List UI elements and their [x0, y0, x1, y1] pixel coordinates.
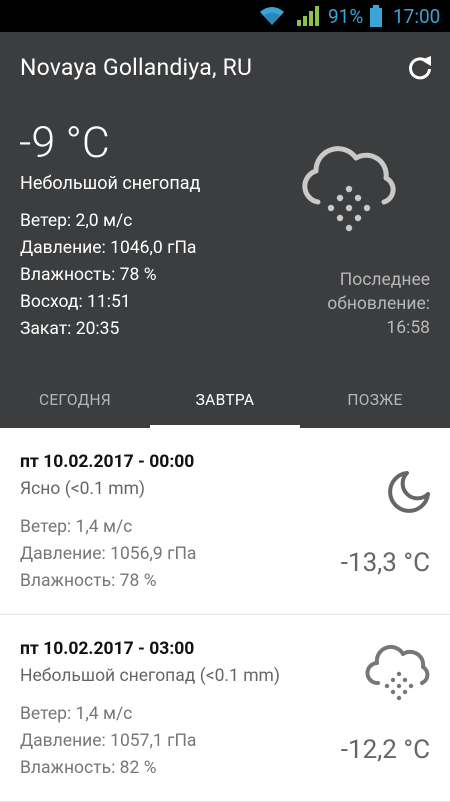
- forecast-wind: Ветер: 1,4 м/с: [20, 704, 133, 724]
- humidity-text: Влажность: 78 %: [20, 265, 157, 285]
- city-name: Novaya Gollandiya, RU: [20, 54, 253, 81]
- battery-percent: 91%: [328, 5, 364, 28]
- forecast-humidity: Влажность: 78 %: [20, 571, 157, 591]
- last-update-label: Последнее обновление:: [327, 270, 430, 314]
- forecast-details: Ветер: 1,4 м/с Давление: 1056,9 гПа Влаж…: [20, 514, 196, 595]
- battery-icon: [370, 5, 382, 27]
- forecast-temperature: -13,3 °C: [340, 548, 430, 578]
- signal-icon: [297, 6, 319, 26]
- list-item[interactable]: пт 10.02.2017 - 00:00 Ясно (<0.1 mm) Вет…: [0, 428, 450, 615]
- sunset-text: Закат: 20:35: [20, 319, 120, 339]
- tab-tomorrow[interactable]: ЗАВТРА: [150, 378, 300, 428]
- forecast-humidity: Влажность: 82 %: [20, 758, 157, 778]
- crescent-moon-icon: [388, 471, 430, 513]
- forecast-wind: Ветер: 1,4 м/с: [20, 517, 133, 537]
- forecast-list: пт 10.02.2017 - 00:00 Ясно (<0.1 mm) Вет…: [0, 428, 450, 802]
- forecast-datetime: пт 10.02.2017 - 03:00: [20, 639, 195, 659]
- forecast-pressure: Давление: 1057,1 гПа: [20, 731, 197, 751]
- pressure-text: Давление: 1046,0 гПа: [20, 238, 197, 258]
- status-time: 17:00: [393, 5, 441, 28]
- forecast-pressure: Давление: 1056,9 гПа: [20, 544, 197, 564]
- forecast-condition: Ясно (<0.1 mm): [20, 479, 146, 499]
- snow-cloud-icon: [302, 146, 396, 232]
- current-temperature: -9 °C: [19, 118, 110, 168]
- list-item[interactable]: пт 10.02.2017 - 03:00 Небольшой снегопад…: [0, 615, 450, 802]
- current-condition: Небольшой снегопад: [20, 173, 201, 194]
- wifi-icon: [260, 7, 284, 25]
- refresh-icon[interactable]: [406, 54, 434, 82]
- current-weather-header: Novaya Gollandiya, RU -9 °C Небольшой сн…: [0, 32, 450, 428]
- status-bar: 91% 17:00: [0, 0, 450, 32]
- forecast-datetime: пт 10.02.2017 - 00:00: [20, 452, 195, 472]
- tab-later[interactable]: ПОЗЖЕ: [300, 378, 450, 428]
- tab-today[interactable]: СЕГОДНЯ: [0, 378, 150, 428]
- forecast-details: Ветер: 1,4 м/с Давление: 1057,1 гПа Влаж…: [20, 701, 196, 782]
- wind-text: Ветер: 2,0 м/с: [20, 211, 133, 231]
- forecast-temperature: -12,2 °C: [340, 735, 430, 765]
- forecast-condition: Небольшой снегопад (<0.1 mm): [20, 666, 280, 686]
- tab-bar: СЕГОДНЯ ЗАВТРА ПОЗЖЕ: [0, 378, 450, 428]
- current-details: Ветер: 2,0 м/с Давление: 1046,0 гПа Влаж…: [20, 208, 196, 343]
- last-update-time: 16:58: [386, 318, 430, 338]
- last-update: Последнее обновление: 16:58: [280, 268, 430, 340]
- sunrise-text: Восход: 11:51: [20, 292, 131, 312]
- snow-cloud-icon: [365, 644, 430, 701]
